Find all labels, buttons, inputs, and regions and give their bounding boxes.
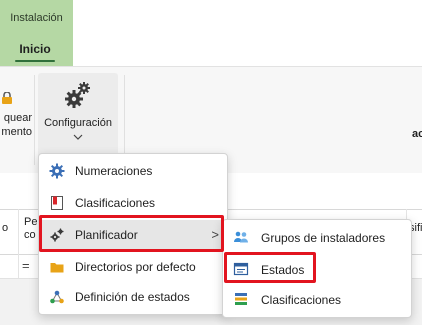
- ribbon-group-divider: [34, 75, 35, 165]
- ribbon-tab-strip: Instalación Inicio: [0, 0, 422, 66]
- menu-item-directorios[interactable]: Directorios por defecto: [39, 252, 227, 282]
- menu-item-definicion-estados[interactable]: Definición de estados: [39, 282, 227, 312]
- bookmark-icon: [51, 196, 63, 210]
- lock-button-line-1: quear: [3, 112, 32, 124]
- configuracion-label: Configuración: [44, 117, 112, 129]
- header-cell[interactable]: Pe co: [24, 216, 37, 242]
- filter-equals-icon[interactable]: =: [22, 258, 30, 273]
- chevron-down-icon: [73, 134, 83, 140]
- configuracion-button[interactable]: Configuración: [38, 73, 118, 165]
- header-cell-line: Pe: [24, 216, 38, 228]
- ribbon-group-divider: [124, 75, 125, 165]
- highlight-planificador: [39, 215, 224, 252]
- submenu-item-label: Grupos de instaladores: [261, 231, 386, 245]
- menu-item-clasificaciones[interactable]: Clasificaciones: [39, 188, 227, 218]
- tab-inicio[interactable]: Inicio: [10, 42, 60, 56]
- submenu-item-label: Clasificaciones: [261, 293, 342, 307]
- menu-item-label: Numeraciones: [75, 164, 153, 178]
- tab-group-label: Instalación: [10, 12, 63, 24]
- network-icon: [50, 290, 64, 304]
- gears-icon: [65, 82, 90, 108]
- menu-item-numeraciones[interactable]: Numeraciones: [39, 156, 227, 186]
- menu-item-label: Definición de estados: [75, 290, 190, 304]
- menu-item-label: Clasificaciones: [75, 196, 156, 210]
- grid-cell: ac: [412, 128, 422, 140]
- folder-icon: [50, 263, 64, 273]
- lock-icon: [2, 92, 12, 104]
- contextual-tab-group: Instalación Inicio: [0, 0, 73, 66]
- highlight-estados: [224, 252, 316, 283]
- users-icon: [234, 231, 248, 243]
- active-tab-indicator: [15, 60, 55, 62]
- submenu-item-grupos[interactable]: Grupos de instaladores: [223, 222, 411, 252]
- gear-icon: [49, 163, 65, 179]
- lock-document-button[interactable]: quear mento: [0, 111, 32, 139]
- header-cell[interactable]: o: [2, 222, 8, 234]
- submenu-item-clasificaciones[interactable]: Clasificaciones: [223, 284, 411, 314]
- header-cell-line: co: [24, 229, 36, 241]
- menu-item-label: Directorios por defecto: [75, 260, 196, 274]
- stack-icon: [235, 293, 247, 305]
- lock-button-line-2: mento: [1, 126, 32, 138]
